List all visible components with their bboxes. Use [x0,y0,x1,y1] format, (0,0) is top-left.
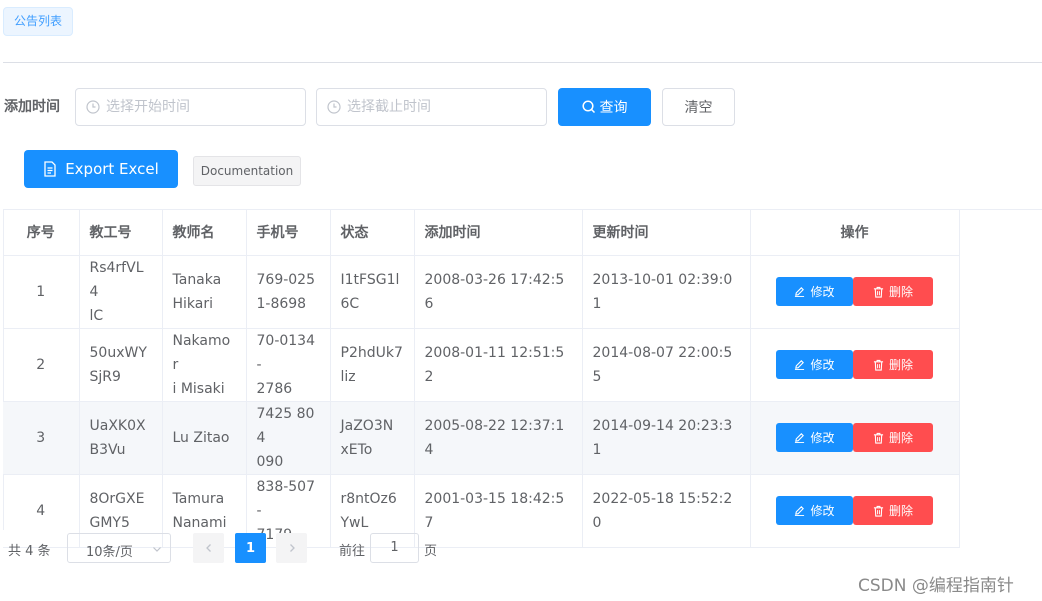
document-icon [44,161,56,177]
col-header-index[interactable]: 序号 [3,209,80,256]
start-time-input[interactable] [75,88,306,126]
col-header-status[interactable]: 状态 [330,209,415,256]
trash-icon [873,432,884,444]
pagination: 共 4 条 10条/页 1 前往 1 页 [8,533,608,563]
documentation-label: Documentation [200,164,294,178]
cell-staff-id: 50uxWY SjR9 [79,328,163,402]
cell-created: 2008-03-26 17:42:56 [414,255,583,329]
page-suffix: 页 [424,544,438,559]
table-row[interactable]: 1 Rs4rfVL4 lC Tanaka Hikari 769-025 1-8698 … [3,255,960,329]
col-header-actions: 操作 [750,209,960,256]
tab-announcement-list[interactable]: 公告列表 [3,7,74,36]
teacher-table: 序号 教工号 教师名 手机号 状态 添加时间 更新时间 操作 1 Rs4rfVL… [3,209,1042,548]
cell-teacher-name: Tanaka Hikari [162,255,247,329]
delete-button[interactable]: 删除 [853,350,933,379]
clear-button[interactable]: 清空 [662,88,735,126]
edit-icon [795,506,805,516]
cell-phone: 7425 804 090 [246,401,331,475]
cell-index: 1 [3,255,80,329]
end-time-input[interactable] [316,88,547,126]
cell-staff-id: UaXK0X B3Vu [79,401,163,475]
edit-button-label: 修改 [810,503,835,518]
trash-icon [873,286,884,298]
page-size-value: 10条/页 [86,545,133,560]
documentation-button[interactable]: Documentation [193,156,301,186]
cell-teacher-name: Nakamor i Misaki [162,328,247,402]
cell-staff-id: Rs4rfVL4 lC [79,255,163,329]
page-size-select[interactable]: 10条/页 [67,533,171,563]
delete-button[interactable]: 删除 [853,423,933,452]
divider [3,62,1042,63]
cell-actions: 修改 删除 [750,401,960,475]
edit-icon [795,433,805,443]
filter-label: 添加时间 [4,99,60,115]
goto-page-input[interactable]: 1 [370,533,419,563]
chevron-left-icon [205,544,211,552]
pagination-total: 共 4 条 [8,544,51,559]
delete-button-label: 删除 [888,284,913,299]
clock-icon [86,100,100,114]
cell-created: 2005-08-22 12:37:14 [414,401,583,475]
clear-button-label: 清空 [684,100,713,116]
cell-status: P2hdUk7 liz [330,328,415,402]
edit-button-label: 修改 [810,430,835,445]
cell-index: 3 [3,401,80,475]
export-excel-button[interactable]: Export Excel [24,150,178,188]
clock-icon [327,100,341,114]
chevron-right-icon [289,544,295,552]
next-page-button[interactable] [276,533,307,563]
export-excel-label: Export Excel [65,160,159,178]
edit-button[interactable]: 修改 [776,350,853,379]
edit-button[interactable]: 修改 [776,277,853,306]
delete-button-label: 删除 [888,357,913,372]
edit-icon [795,287,805,297]
cell-phone: 769-025 1-8698 [246,255,331,329]
delete-button-label: 删除 [888,503,913,518]
edit-icon [795,360,805,370]
cell-status: JaZO3N xETo [330,401,415,475]
page-number-current[interactable]: 1 [235,533,266,563]
table-row[interactable]: 3 UaXK0X B3Vu Lu Zitao 7425 804 090 JaZO3N… [3,401,960,475]
chevron-down-icon [153,547,161,552]
end-time-field[interactable] [347,89,537,125]
search-button[interactable]: 查询 [558,88,651,126]
start-time-field[interactable] [106,89,296,125]
col-header-created[interactable]: 添加时间 [414,209,583,256]
cell-index: 2 [3,328,80,402]
cell-actions: 修改 删除 [750,328,960,402]
cell-teacher-name: Lu Zitao [162,401,247,475]
cell-created: 2008-01-11 12:51:52 [414,328,583,402]
table-header-row: 序号 教工号 教师名 手机号 状态 添加时间 更新时间 操作 [3,209,960,256]
search-icon [581,100,595,114]
prev-page-button[interactable] [193,533,224,563]
col-header-phone[interactable]: 手机号 [246,209,331,256]
watermark: CSDN @编程指南针 [858,576,1014,596]
cell-updated: 2013-10-01 02:39:01 [582,255,751,329]
cell-updated: 2014-09-14 20:23:31 [582,401,751,475]
trash-icon [873,359,884,371]
edit-button[interactable]: 修改 [776,423,853,452]
col-header-teacher-name[interactable]: 教师名 [162,209,247,256]
goto-label: 前往 [339,544,366,559]
cell-actions: 修改 删除 [750,255,960,329]
col-header-staff-id[interactable]: 教工号 [79,209,163,256]
cell-actions: 修改 删除 [750,474,960,548]
col-header-updated[interactable]: 更新时间 [582,209,751,256]
edit-button-label: 修改 [810,284,835,299]
trash-icon [873,505,884,517]
table-row[interactable]: 2 50uxWY SjR9 Nakamor i Misaki 70-0134- 278… [3,328,960,402]
cell-updated: 2014-08-07 22:00:55 [582,328,751,402]
cell-phone: 70-0134- 2786 [246,328,331,402]
delete-button[interactable]: 删除 [853,277,933,306]
cell-status: I1tFSG1l 6C [330,255,415,329]
edit-button-label: 修改 [810,357,835,372]
delete-button[interactable]: 删除 [853,496,933,525]
delete-button-label: 删除 [888,430,913,445]
search-button-label: 查询 [599,100,628,116]
edit-button[interactable]: 修改 [776,496,853,525]
